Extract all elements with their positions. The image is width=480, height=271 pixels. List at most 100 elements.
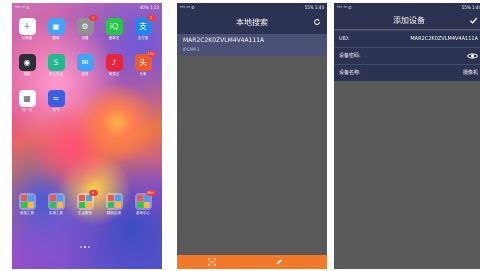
folder-mini-app-icon xyxy=(143,202,150,208)
folder-mini-app-icon xyxy=(114,195,121,201)
edit-icon[interactable] xyxy=(275,258,283,266)
app-label: 爱奇艺 xyxy=(108,36,120,40)
status-right: 40% 1:33 xyxy=(139,5,159,10)
device-list-item[interactable]: MAR2C2K0ZVLM4V4A111A IPCAM-1 xyxy=(177,34,327,56)
app-music[interactable]: ♪ 网易云 xyxy=(104,54,124,77)
page-indicator xyxy=(79,233,91,252)
gallery-glyph: ▣ xyxy=(52,22,60,31)
refresh-icon[interactable] xyxy=(313,18,321,26)
bottom-toolbar xyxy=(177,255,327,269)
messages-glyph: ✉ xyxy=(81,58,89,67)
status-bar: ⁵⁶ᴳ ⁴ᴳ ✆ 55% 1:44 xyxy=(334,3,480,12)
app-qrapp[interactable]: ▦ 扫一扫 xyxy=(17,90,37,113)
password-label: 设备密码: xyxy=(339,53,361,59)
iqiyi-glyph: iQ xyxy=(109,22,119,31)
status-bar: ⁵⁶ᴳ ⁴ᴳ ✆ 40% 1:33 xyxy=(12,3,162,12)
app-label: 掌上生活 xyxy=(49,72,63,76)
folder-label: 实用工具 xyxy=(49,211,63,215)
status-right: 55% 1:44 xyxy=(461,5,480,10)
folder-mini-app-icon xyxy=(56,202,63,208)
status-left: ⁵⁶ᴳ ⁴ᴳ ✆ xyxy=(180,5,195,10)
status-right: 55% 1:44 xyxy=(304,5,324,10)
notification-badge: 4 xyxy=(88,190,98,196)
folder-mini-app-icon xyxy=(114,202,121,208)
calc-icon: ＋ xyxy=(18,18,36,35)
app-calc[interactable]: ＋ 计算器 xyxy=(17,18,37,41)
confirm-check-icon[interactable] xyxy=(469,16,478,25)
app-settings[interactable]: ⚙ 1 设置 xyxy=(75,15,98,41)
folder-mini-app-icon xyxy=(78,202,85,208)
app-gallery[interactable]: ▣ 图库 xyxy=(46,18,66,41)
folder-mini-app-icon xyxy=(27,195,34,201)
folder[interactable]: 实用工具 xyxy=(46,193,66,216)
folder-mini-app-icon xyxy=(136,195,143,201)
app-camera[interactable]: ◉ 相机 xyxy=(17,54,37,77)
app-label: 支付宝 xyxy=(137,36,149,40)
app-app7[interactable]: S 掌上生活 xyxy=(46,54,66,77)
folder[interactable]: 99+ 游戏中心 xyxy=(133,190,156,216)
local-search-screen: ⁵⁶ᴳ ⁴ᴳ ✆ 55% 1:44 本地搜索 MAR2C2K0ZVLM4V4A1… xyxy=(177,3,327,269)
folder-mini-app-icon xyxy=(78,195,85,201)
uid-label: UID: xyxy=(339,36,350,42)
music-icon: ♪ xyxy=(105,54,123,71)
device-uid: MAR2C2K0ZVLM4V4A111A xyxy=(183,37,265,44)
settings-icon: ⚙ 1 xyxy=(76,15,98,35)
folder-mini-app-icon xyxy=(49,202,56,208)
folder-icon xyxy=(47,193,65,210)
page-title: 添加设备 xyxy=(393,16,425,25)
home-screen: ⁵⁶ᴳ ⁴ᴳ ✆ 40% 1:33 ＋ 计算器 ▣ 图库 ⚙ 1 设置 iQ 爱奇艺 支 2 支付宝 ◉… xyxy=(12,3,162,269)
page-title: 本地搜索 xyxy=(236,18,268,27)
uid-row[interactable]: UID: MAR2C2K0ZVLM4V4A111A xyxy=(334,30,480,47)
app-iqiyi[interactable]: iQ 爱奇艺 xyxy=(104,18,124,41)
uid-value: MAR2C2K0ZVLM4V4A111A xyxy=(410,36,478,42)
app-label: 相机 xyxy=(23,72,31,76)
scan-icon[interactable] xyxy=(208,258,216,266)
app-label: 天气 xyxy=(52,108,60,112)
page-dot xyxy=(88,246,90,248)
notification-badge: 1 xyxy=(88,15,98,21)
folder[interactable]: 精品应用 xyxy=(104,193,124,216)
folder-mini-app-icon xyxy=(27,202,34,208)
folder[interactable]: 系统工具 xyxy=(17,193,37,216)
folder[interactable]: 4 生活服务 xyxy=(75,190,98,216)
password-row[interactable]: 设备密码: xyxy=(334,47,480,64)
app-alipay[interactable]: 支 2 支付宝 xyxy=(133,15,156,41)
camera-glyph: ◉ xyxy=(23,58,31,67)
folder-label: 系统工具 xyxy=(20,211,34,215)
app-label: 头条 xyxy=(139,72,147,76)
folder-mini-app-icon xyxy=(107,202,114,208)
show-password-eye-icon[interactable] xyxy=(467,52,478,60)
device-subtitle: IPCAM-1 xyxy=(183,47,200,52)
page-dot-active xyxy=(84,246,86,248)
app10-icon: 头 134 xyxy=(134,51,156,71)
qrapp-icon: ▦ xyxy=(18,90,36,107)
app-app10[interactable]: 头 134 头条 xyxy=(133,51,156,77)
status-bar: ⁵⁶ᴳ ⁴ᴳ ✆ 55% 1:44 xyxy=(177,3,327,12)
app-weather[interactable]: ≈ 天气 xyxy=(46,90,66,113)
app7-icon: S xyxy=(47,54,65,71)
add-device-screen: ⁵⁶ᴳ ⁴ᴳ ✆ 55% 1:44 添加设备 UID: MAR2C2K0ZVLM… xyxy=(334,3,480,269)
name-row[interactable]: 设备名称: 摄像机 xyxy=(334,64,480,81)
app-label: 网易云 xyxy=(108,72,120,76)
folder-mini-app-icon xyxy=(136,202,143,208)
folder-mini-app-icon xyxy=(49,195,56,201)
app7-glyph: S xyxy=(53,58,59,67)
folder-label: 游戏中心 xyxy=(136,211,150,215)
folder-mini-app-icon xyxy=(56,195,63,201)
name-value: 摄像机 xyxy=(462,70,478,76)
music-glyph: ♪ xyxy=(111,58,117,67)
iqiyi-icon: iQ xyxy=(105,18,123,35)
app-label: 计算器 xyxy=(21,36,33,40)
app-label: 信息 xyxy=(81,72,89,76)
folder-mini-app-icon xyxy=(20,195,27,201)
app-messages[interactable]: ✉ 信息 xyxy=(75,54,95,77)
folder-icon: 99+ xyxy=(134,190,156,210)
folder-mini-app-icon xyxy=(85,202,92,208)
messages-icon: ✉ xyxy=(76,54,94,71)
folder-label: 精品应用 xyxy=(107,211,121,215)
app-label: 扫一扫 xyxy=(21,108,33,112)
app-label: 设置 xyxy=(81,36,89,40)
weather-glyph: ≈ xyxy=(52,94,60,103)
weather-icon: ≈ xyxy=(47,90,65,107)
status-left: ⁵⁶ᴳ ⁴ᴳ ✆ xyxy=(15,5,30,10)
